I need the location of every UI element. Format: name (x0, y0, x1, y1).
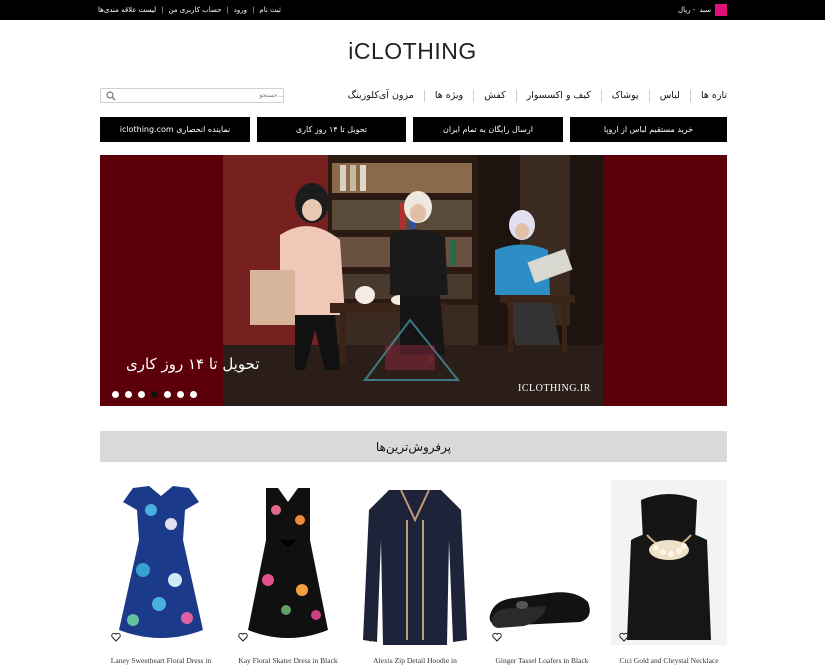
slider-dot[interactable] (112, 391, 119, 398)
heart-icon[interactable] (238, 632, 248, 642)
banner-watermark: ICLOTHING.IR (518, 383, 591, 394)
nav-item-apparel[interactable]: پوشاک (600, 90, 649, 102)
login-link[interactable]: ورود (234, 6, 247, 14)
product-title[interactable]: Cici Gold and Chrystal Necklace (611, 656, 727, 665)
product-title[interactable]: Alexis Zip Detail Hoodie in (357, 656, 473, 665)
cart-icon[interactable] (715, 4, 727, 16)
promo-direct-europe[interactable]: خرید مستقیم لباس از اروپا (570, 117, 727, 142)
product-grid: Cici Gold and Chrystal Necklace Ginger T… (100, 480, 727, 668)
slider-dot[interactable] (177, 391, 184, 398)
heart-icon[interactable] (492, 632, 502, 642)
search-input[interactable] (119, 89, 283, 102)
slider-dot[interactable] (125, 391, 132, 398)
best-sellers-heading: پرفروش‌ترین‌ها (100, 431, 727, 462)
nav-item-clothes[interactable]: لباس (648, 90, 690, 102)
slider-dot[interactable] (164, 391, 171, 398)
nav-item-bags-accessories[interactable]: کیف و اکسسوار (515, 90, 601, 102)
banner-caption: تحویل تا ۱۴ روز کاری (126, 355, 260, 373)
account-links: ثبت نام | ورود | حساب کاربری من | لیست ع… (98, 0, 281, 20)
top-bar: سبد - ریال ثبت نام | ورود | حساب کاربری … (0, 0, 825, 20)
product-image-floral-dress[interactable] (103, 480, 219, 645)
mini-cart[interactable]: سبد - ریال (678, 0, 727, 20)
search-icon[interactable] (106, 91, 116, 101)
product-image-hoodie[interactable] (357, 480, 473, 645)
product-image-loafers[interactable] (484, 480, 600, 645)
nav-item-shoes[interactable]: کفش (473, 90, 515, 102)
heart-icon[interactable] (619, 632, 629, 642)
main-nav: تازه ها لباس پوشاک کیف و اکسسوار کفش ویژ… (338, 88, 727, 104)
promo-free-shipping[interactable]: ارسال رایگان به تمام ایران (413, 117, 563, 142)
search-box[interactable] (100, 88, 284, 103)
nav-item-new[interactable]: تازه ها (689, 90, 727, 102)
cart-price: - ریال (678, 6, 696, 14)
product-image-skater-dress[interactable] (230, 480, 346, 645)
promo-strip: خرید مستقیم لباس از اروپا ارسال رایگان ب… (100, 117, 727, 142)
register-link[interactable]: ثبت نام (259, 6, 281, 14)
promo-delivery-time[interactable]: تحویل تا ۱۴ روز کاری (257, 117, 406, 142)
slider-dot[interactable] (190, 391, 197, 398)
product-card[interactable]: Kay Floral Skater Dress in Black (230, 480, 346, 668)
wishlist-link[interactable]: لیست علاقه مندی‌ها (98, 6, 156, 14)
separator: | (161, 6, 164, 14)
product-title[interactable]: Ginger Tassel Loafers in Black (484, 656, 600, 665)
product-card[interactable]: Laney Sweetheart Floral Dress in (103, 480, 219, 668)
separator: | (252, 6, 255, 14)
product-card[interactable]: Ginger Tassel Loafers in Black (484, 480, 600, 668)
product-title[interactable]: Kay Floral Skater Dress in Black (230, 656, 346, 665)
separator: | (226, 6, 229, 14)
promo-exclusive-agent[interactable]: نماینده انحصاری iclothing.com (100, 117, 250, 142)
nav-item-maison[interactable]: مزون آی‌کلوزینگ (338, 90, 424, 102)
heart-icon[interactable] (111, 632, 121, 642)
site-logo[interactable]: iCLOTHING (0, 38, 825, 65)
product-card[interactable]: Cici Gold and Chrystal Necklace (611, 480, 727, 668)
nav-item-specials[interactable]: ویژه ها (423, 90, 473, 102)
slider-dot-active[interactable] (151, 391, 158, 398)
cart-label[interactable]: سبد (699, 6, 711, 14)
product-title[interactable]: Laney Sweetheart Floral Dress in (103, 656, 219, 665)
product-image-necklace[interactable] (611, 480, 727, 645)
hero-banner[interactable]: تحویل تا ۱۴ روز کاری ICLOTHING.IR (100, 155, 727, 406)
slider-dot[interactable] (138, 391, 145, 398)
heart-icon[interactable] (365, 632, 375, 642)
slider-dots (112, 391, 197, 398)
product-card[interactable]: Alexis Zip Detail Hoodie in (357, 480, 473, 668)
my-account-link[interactable]: حساب کاربری من (168, 6, 221, 14)
